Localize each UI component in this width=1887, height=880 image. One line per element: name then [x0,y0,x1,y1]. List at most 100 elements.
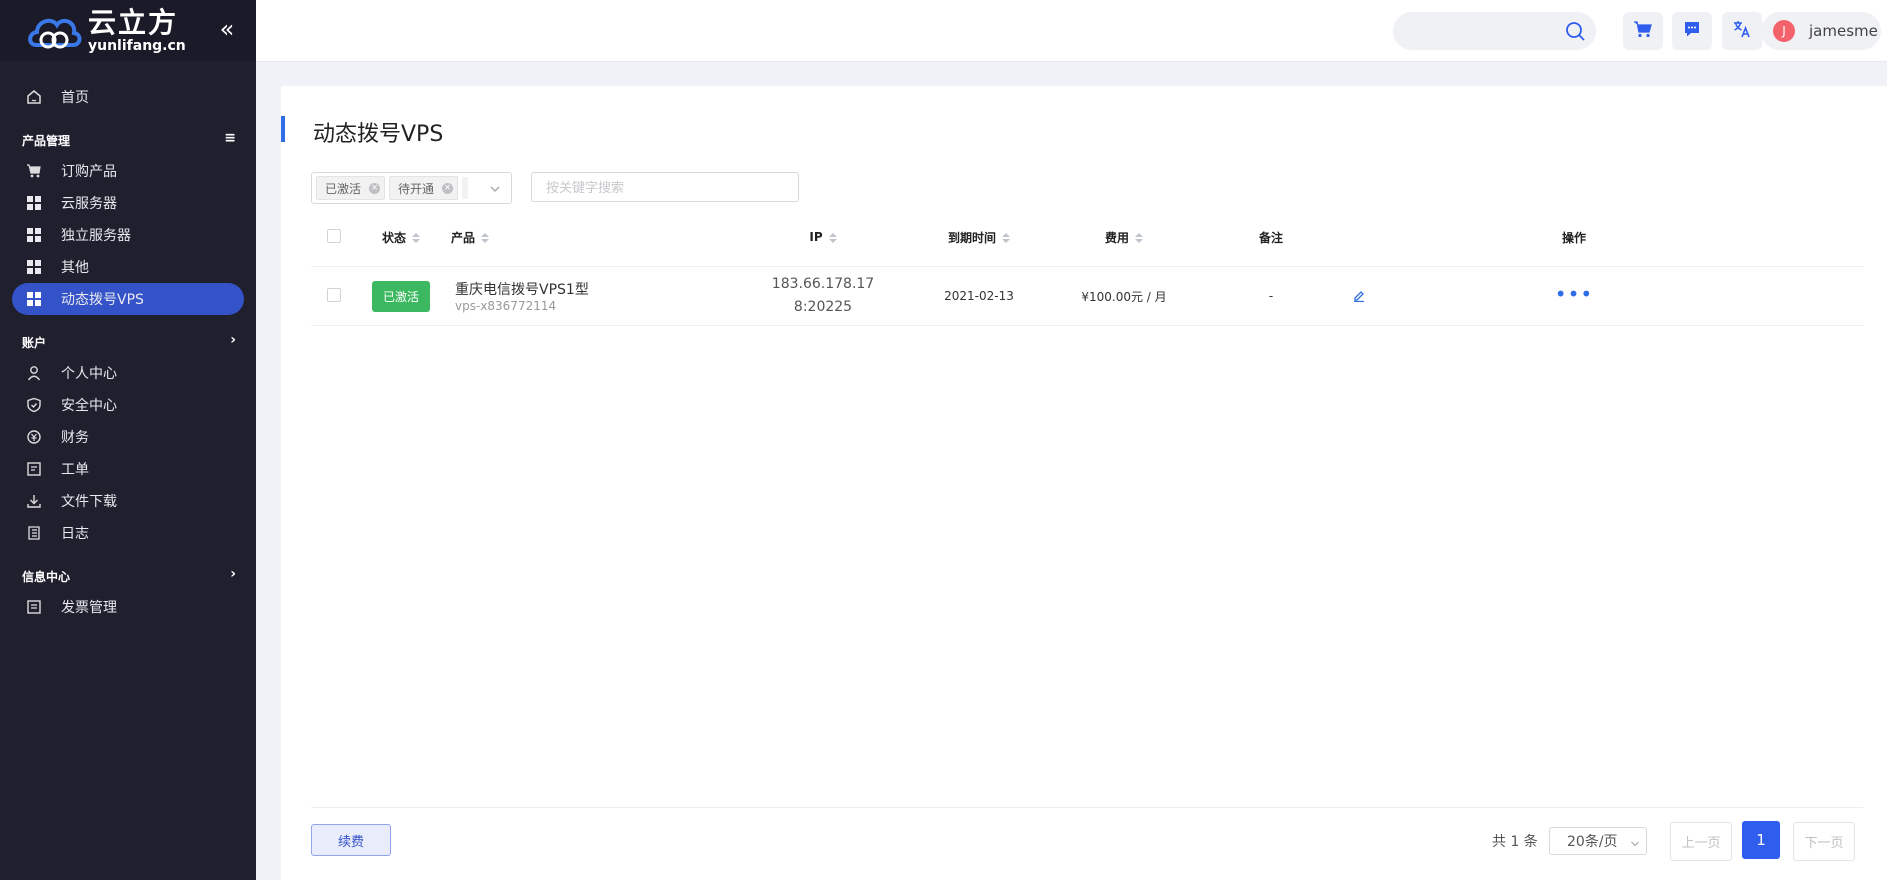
sidebar-item-security[interactable]: 安全中心 [0,389,256,421]
close-icon[interactable]: × [442,182,454,194]
user-icon [25,364,43,382]
top-header: J jamesme [256,0,1887,62]
translate-icon [1732,19,1752,43]
sidebar-item-order[interactable]: 订购产品 [0,155,256,187]
next-page-button[interactable]: 下一页 [1793,822,1855,861]
sidebar-item-dial-vps[interactable]: 动态拨号VPS [12,283,244,315]
search-input[interactable] [1393,12,1596,50]
logo-domain: yunlifang.cn [88,37,186,54]
sort-icon[interactable] [412,233,420,243]
page-size-value: 20条/页 [1567,834,1618,850]
sidebar-item-download[interactable]: 文件下载 [0,485,256,517]
more-actions-icon[interactable]: ••• [1555,282,1593,306]
filter-tag-pending: 待开通 × [389,176,459,200]
menu-icon[interactable]: ≡ [224,130,236,146]
chevron-right-icon[interactable]: › [230,566,236,582]
total-count: 共 1 条 [1492,834,1538,850]
col-ip[interactable]: IP [745,208,901,267]
tag-label: 待开通 [398,181,435,196]
status-badge[interactable]: 已激活 [371,280,430,312]
logo-cloud-icon[interactable] [26,7,84,55]
product-table: 状态 产品 IP 到期时间 费用 备注 操作 已激活 重庆电信拨号VPS1型 v… [311,208,1863,326]
row-select-cell [311,266,357,326]
close-icon[interactable]: × [369,182,381,194]
sort-icon[interactable] [828,232,837,243]
col-action: 操作 [1431,208,1717,267]
ip-cell: 183.66.178.17 8:20225 [745,266,901,326]
edit-cell [1351,266,1431,326]
table-header-row: 状态 产品 IP 到期时间 费用 备注 操作 [311,208,1863,267]
row-checkbox[interactable] [327,287,341,302]
finance-icon [25,428,43,446]
sort-icon[interactable] [1002,233,1010,243]
col-fee[interactable]: 费用 [1057,208,1191,267]
user-menu[interactable]: J jamesme [1761,12,1881,50]
section-products[interactable]: 产品管理 ≡ [0,125,256,155]
page-size-select[interactable]: 20条/页 [1549,827,1647,855]
sidebar-item-log[interactable]: 日志 [0,517,256,549]
cart-icon [25,162,43,180]
sidebar-item-profile[interactable]: 个人中心 [0,357,256,389]
renew-button[interactable]: 续费 [311,824,391,856]
more-tags [462,177,469,199]
section-info[interactable]: 信息中心 › [0,561,256,591]
download-icon [25,492,43,510]
sort-icon[interactable] [1135,233,1143,243]
grid-icon [25,194,43,212]
chevron-down-icon[interactable] [489,180,501,199]
title-accent-bar [281,116,285,142]
column-header: 状态 [381,230,406,245]
ip-port: 8:20225 [793,299,853,315]
search-icon[interactable] [1564,20,1586,46]
page-title: 动态拨号VPS [313,122,444,147]
sidebar-item-label: 财务 [61,430,89,446]
sidebar-nav: 首页 产品管理 ≡ 订购产品 云服务器 独立服务器 其他 动态拨号VPS 账户 … [0,61,256,623]
chevron-right-icon[interactable]: › [230,332,236,348]
select-all-cell [311,208,357,267]
sidebar-item-dedicated-server[interactable]: 独立服务器 [0,219,256,251]
cart-button[interactable] [1623,12,1663,50]
sidebar-item-home[interactable]: 首页 [0,81,256,113]
grid-icon [25,258,43,276]
shield-icon [25,396,43,414]
column-header: 产品 [451,230,476,245]
grid-icon [25,290,43,308]
collapse-sidebar-icon[interactable]: « [215,17,239,42]
table-row[interactable]: 已激活 重庆电信拨号VPS1型 vps-x836772114 183.66.17… [311,266,1863,326]
ip-address: 183.66.178.17 [771,276,875,292]
product-id: vps-x836772114 [455,299,557,313]
sidebar: 云立方 yunlifang.cn « 首页 产品管理 ≡ 订购产品 云服务器 独… [0,0,256,880]
grid-icon [25,226,43,244]
sidebar-item-finance[interactable]: 财务 [0,421,256,453]
current-page-button[interactable]: 1 [1742,821,1780,859]
edit-icon[interactable] [1352,290,1366,305]
language-button[interactable] [1722,12,1762,50]
sidebar-item-label: 发票管理 [61,600,117,616]
sidebar-item-invoice[interactable]: 发票管理 [0,591,256,623]
col-product[interactable]: 产品 [445,208,745,267]
sidebar-item-cloud-server[interactable]: 云服务器 [0,187,256,219]
col-expire[interactable]: 到期时间 [901,208,1057,267]
message-button[interactable] [1672,12,1712,50]
sort-icon[interactable] [481,233,490,243]
status-filter-select[interactable]: 已激活 × 待开通 × [311,172,512,204]
sidebar-item-ticket[interactable]: 工单 [0,453,256,485]
column-header: 备注 [1258,230,1283,245]
chat-icon [1682,19,1702,43]
sidebar-item-other[interactable]: 其他 [0,251,256,283]
sidebar-item-label: 云服务器 [61,196,117,212]
action-cell: ••• [1431,266,1717,326]
product-name[interactable]: 重庆电信拨号VPS1型 [455,279,744,299]
sidebar-item-label: 安全中心 [61,398,117,414]
sidebar-item-label: 首页 [61,90,89,106]
column-header: 操作 [1561,230,1586,245]
logo-name: 云立方 [88,5,179,39]
prev-page-button[interactable]: 上一页 [1670,822,1732,861]
select-all-checkbox[interactable] [327,228,341,243]
keyword-search-input[interactable] [531,172,799,202]
col-status[interactable]: 状态 [357,208,445,267]
column-header: 费用 [1104,230,1129,245]
product-cell[interactable]: 重庆电信拨号VPS1型 vps-x836772114 [445,266,745,326]
status-cell: 已激活 [357,266,445,326]
section-account[interactable]: 账户 › [0,327,256,357]
